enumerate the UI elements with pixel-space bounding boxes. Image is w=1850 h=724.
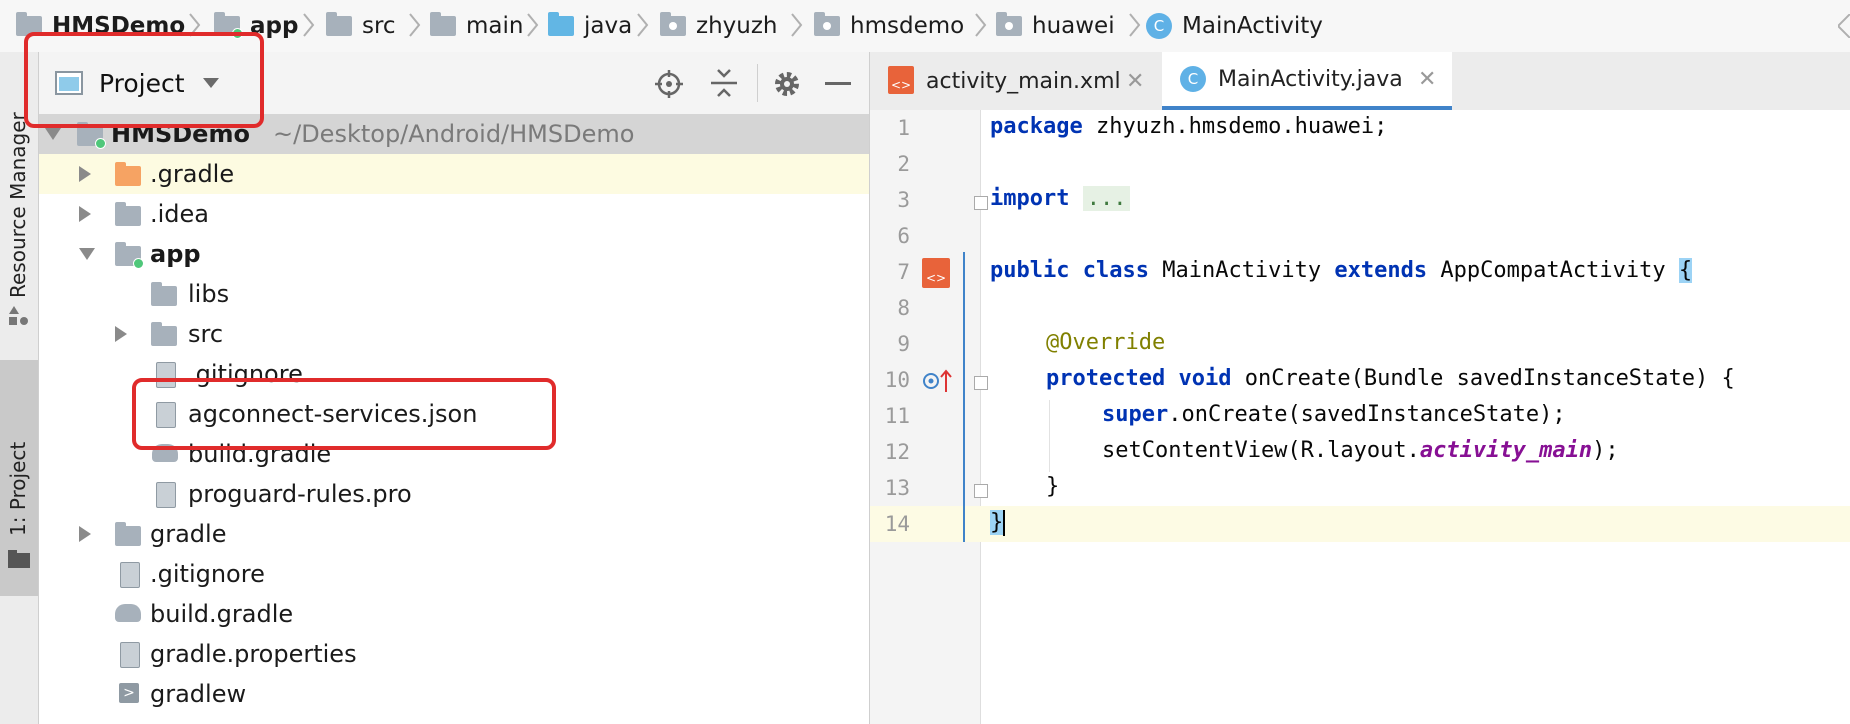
expand-arrow-icon [45,128,61,140]
editor-tabs: <> activity_main.xml ✕ C MainActivity.ja… [870,52,1850,111]
tree-item-gradle-properties[interactable]: gradle.properties [39,634,869,674]
code-line-12: setContentView(R.layout.activity_main); [1102,438,1619,463]
code-line-10: protected void onCreate(Bundle savedInst… [1046,366,1735,391]
tab-mainactivity-java[interactable]: C MainActivity.java ✕ [1162,52,1452,110]
close-icon[interactable]: ✕ [1418,67,1436,92]
highlight-box-project-selector [24,32,264,128]
expand-arrow-icon [79,526,91,542]
folder-icon [115,162,141,186]
breadcrumb-item-huawei[interactable]: huawei [996,8,1115,44]
folder-icon [115,202,141,226]
chevron-right-icon [637,13,649,37]
expand-arrow-icon [79,166,91,182]
tab-activity-main-xml[interactable]: <> activity_main.xml ✕ [870,52,1160,110]
properties-file-icon [120,642,140,668]
folder-icon [151,322,177,346]
module-folder-icon [115,242,144,269]
current-line-highlight [870,506,1850,542]
tree-item-app[interactable]: app [39,234,869,274]
tree-item-gitignore[interactable]: .gitignore [39,554,869,594]
folder-icon [115,522,141,546]
folder-icon [326,12,352,36]
code-line-7: public class MainActivity extends AppCom… [990,258,1693,283]
tree-item-src[interactable]: src [39,314,869,354]
code-line-3: import ... [990,186,1131,211]
tree-item-gradlew[interactable]: > gradlew [39,674,869,714]
breadcrumb-item-main[interactable]: main [430,8,523,44]
chevron-right-icon [409,13,421,37]
locate-icon[interactable] [655,70,683,98]
fold-expand-icon[interactable] [974,196,988,210]
source-folder-icon [548,12,574,36]
expand-arrow-icon [79,248,95,260]
breadcrumb-item-mainactivity[interactable]: C MainActivity [1146,8,1323,44]
highlight-box-agconnect-json [132,378,556,450]
tree-item-gradle-dir[interactable]: .gradle [39,154,869,194]
breadcrumb-item-java[interactable]: java [548,8,632,44]
fold-collapse-icon[interactable] [974,376,988,390]
project-tool-tab[interactable]: 1: Project [0,360,38,596]
collapse-all-icon[interactable] [711,68,737,98]
breadcrumb-item-zhyuzh[interactable]: zhyuzh [660,8,778,44]
package-icon [996,12,1022,36]
expand-arrow-icon [79,206,91,222]
module-folder-icon [77,122,106,149]
scroll-indicator-icon [1838,14,1850,38]
class-icon: C [1146,13,1172,39]
code-line-11: super.onCreate(savedInstanceState); [1102,402,1566,427]
fold-collapse-icon[interactable] [974,484,988,498]
code-line-1: package zhyuzh.hmsdemo.huawei; [990,114,1388,139]
folder-icon [430,12,456,36]
indent-guide [1049,400,1050,472]
expand-arrow-icon [115,326,127,342]
code-line-13: } [1046,474,1060,499]
toolbar-divider [757,64,758,102]
terminal-file-icon: > [119,683,139,703]
override-method-icon[interactable] [922,368,952,394]
tool-window-stripe: Resource Manager 1: Project [0,52,39,724]
xml-layout-icon[interactable]: <> [922,258,950,288]
folded-imports[interactable]: ... [1082,186,1131,211]
tree-item-gradle[interactable]: gradle [39,514,869,554]
code-line-14: } [990,510,1006,536]
minimize-icon[interactable] [825,82,851,86]
package-icon [814,12,840,36]
chevron-right-icon [1129,13,1141,37]
code-line-9: @Override [1046,330,1166,355]
gear-icon[interactable] [773,70,801,98]
ignore-file-icon [120,562,140,588]
package-icon [660,12,686,36]
chevron-right-icon [303,13,315,37]
tree-item-build-gradle[interactable]: build.gradle [39,594,869,634]
breadcrumb-item-hmsdemo-package[interactable]: hmsdemo [814,8,964,44]
chevron-right-icon [975,13,987,37]
xml-file-icon: <> [888,66,914,94]
chevron-right-icon [791,13,803,37]
tree-item-libs[interactable]: libs [39,274,869,314]
class-icon: C [1180,66,1206,92]
text-file-icon [156,482,176,508]
tree-item-proguard-rules[interactable]: proguard-rules.pro [39,474,869,514]
chevron-right-icon [527,13,539,37]
text-cursor [1003,510,1006,536]
change-marker [963,252,965,542]
tree-item-idea[interactable]: .idea [39,194,869,234]
close-icon[interactable]: ✕ [1126,69,1144,94]
breadcrumb: HMSDemo app src main java zhyuzh hmsdemo… [0,0,1850,53]
gradle-elephant-icon [115,604,141,622]
folder-icon [151,282,177,306]
breadcrumb-item-src[interactable]: src [326,8,396,44]
folder-icon [8,550,30,568]
resource-manager-icon [9,306,28,325]
